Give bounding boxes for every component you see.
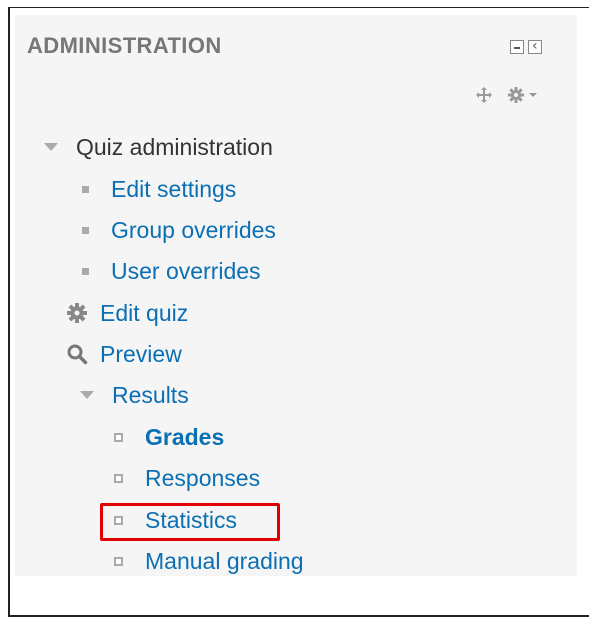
tree-item-manual-grading[interactable]: Manual grading <box>114 546 304 576</box>
bullet-icon <box>114 432 123 442</box>
statistics-highlight-box <box>100 503 280 541</box>
tree-item-label[interactable]: Manual grading <box>145 548 304 575</box>
tree-item-label[interactable]: Responses <box>145 465 260 492</box>
tree-item-user-overrides[interactable]: User overrides <box>82 256 261 286</box>
bullet-icon <box>82 267 89 275</box>
chevron-down-icon[interactable] <box>529 93 537 97</box>
bullet-icon <box>114 556 123 566</box>
tree-item-label[interactable]: Group overrides <box>111 217 276 244</box>
tree-item-preview[interactable]: Preview <box>66 339 182 369</box>
tree-item-responses[interactable]: Responses <box>114 463 260 493</box>
gear-icon[interactable] <box>507 86 525 104</box>
tree-item-label[interactable]: Edit quiz <box>100 300 188 327</box>
tree-item-quiz-administration[interactable]: Quiz administration <box>44 132 273 162</box>
tree-item-label[interactable]: Results <box>112 382 189 409</box>
tree-item-label[interactable]: Preview <box>100 341 182 368</box>
tree-item-group-overrides[interactable]: Group overrides <box>82 215 276 245</box>
tree-item-edit-settings[interactable]: Edit settings <box>82 174 236 204</box>
minimize-icon[interactable] <box>510 40 524 54</box>
gear-icon <box>66 302 88 324</box>
tree-item-label[interactable]: Edit settings <box>111 176 236 203</box>
tree-item-edit-quiz[interactable]: Edit quiz <box>66 298 188 328</box>
tree-item-label[interactable]: Grades <box>145 424 224 451</box>
move-icon[interactable] <box>475 86 493 104</box>
dock-icon[interactable] <box>528 38 542 54</box>
bullet-icon <box>82 226 89 234</box>
block-title: ADMINISTRATION <box>27 33 222 58</box>
bullet-icon <box>114 473 123 483</box>
expanded-arrow-icon <box>44 143 58 151</box>
expanded-arrow-icon <box>80 391 94 399</box>
bullet-icon <box>82 185 89 193</box>
tree-item-label[interactable]: User overrides <box>111 258 261 285</box>
tree-item-results[interactable]: Results <box>80 380 189 410</box>
tree-item-grades[interactable]: Grades <box>114 422 224 452</box>
tree-item-label: Quiz administration <box>76 133 273 160</box>
search-icon <box>66 343 88 365</box>
